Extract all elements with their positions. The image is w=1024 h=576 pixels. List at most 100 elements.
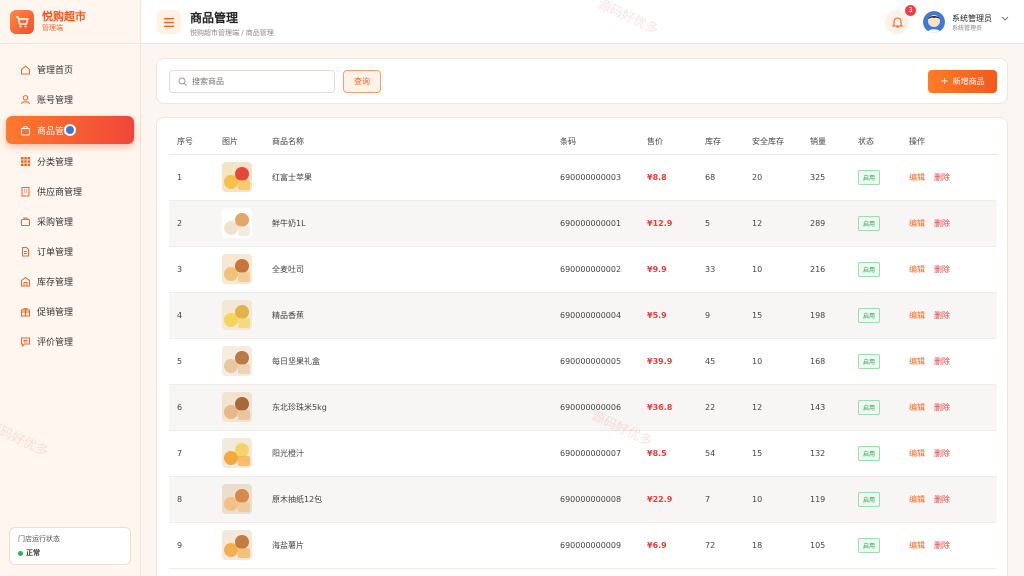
product-table-card: 序号 图片 商品名称 条码 售价 库存 安全库存 销量 状态 操作 1 红富士苹果 690000000… xyxy=(156,117,1008,576)
sidebar-item-label: 库存管理 xyxy=(37,277,74,288)
column-header: 销量 xyxy=(802,130,850,155)
table-row: 2 鲜牛奶1L 690000000001 ¥12.9 5 12 289 启用 编辑 删除 xyxy=(169,200,997,247)
sidebar-item-categories[interactable]: 分类管理 xyxy=(6,148,134,174)
product-sales: 198 xyxy=(802,292,850,339)
status-badge: 启用 xyxy=(858,169,881,185)
product-barcode: 690000000004 xyxy=(552,292,639,339)
product-thumbnail[interactable] xyxy=(222,162,252,192)
delete-button[interactable]: 删除 xyxy=(934,403,950,412)
product-stock: 5 xyxy=(697,200,744,247)
sidebar-item-products[interactable]: 商品管理 xyxy=(6,116,134,144)
cursor-indicator xyxy=(64,124,76,136)
product-sales: 289 xyxy=(802,200,850,247)
search-input[interactable] xyxy=(192,77,332,86)
status-badge: 启用 xyxy=(858,215,881,231)
row-number: 2 xyxy=(169,200,214,247)
sidebar-item-suppliers[interactable]: 供应商管理 xyxy=(6,178,134,204)
delete-button[interactable]: 删除 xyxy=(934,311,950,320)
product-image-cell xyxy=(214,384,264,431)
product-safe-stock: 12 xyxy=(744,384,802,431)
edit-button[interactable]: 编辑 xyxy=(909,357,925,366)
delete-button[interactable]: 删除 xyxy=(934,495,950,504)
edit-button[interactable]: 编辑 xyxy=(909,541,925,550)
document-icon xyxy=(20,246,31,257)
row-number: 9 xyxy=(169,522,214,569)
product-stock: 68 xyxy=(697,154,744,201)
product-price: ¥39.9 xyxy=(639,338,697,385)
sidebar-item-purchase[interactable]: 采购管理 xyxy=(6,208,134,234)
chevron-down-icon[interactable] xyxy=(1001,16,1009,22)
column-header: 状态 xyxy=(850,130,901,155)
product-price: ¥9.9 xyxy=(639,246,697,293)
product-thumbnail[interactable] xyxy=(222,208,252,238)
delete-button[interactable]: 删除 xyxy=(934,449,950,458)
brand-subtitle: 管理端 xyxy=(42,24,63,32)
avatar[interactable] xyxy=(923,11,945,33)
product-thumbnail[interactable] xyxy=(222,300,252,330)
delete-button[interactable]: 删除 xyxy=(934,357,950,366)
sidebar-item-accounts[interactable]: 账号管理 xyxy=(6,86,134,112)
product-price: ¥36.8 xyxy=(639,384,697,431)
product-thumbnail[interactable] xyxy=(222,346,252,376)
product-name: 东北珍珠米5kg xyxy=(264,384,552,431)
status-cell: 启用 xyxy=(850,338,901,385)
sidebar-item-home[interactable]: 管理首页 xyxy=(6,56,134,82)
sidebar-item-orders[interactable]: 订单管理 xyxy=(6,238,134,264)
product-stock: 54 xyxy=(697,430,744,477)
table-row: 5 每日坚果礼盒 690000000005 ¥39.9 45 10 168 启用 编辑 删除 xyxy=(169,338,997,385)
sidebar-item-inventory[interactable]: 库存管理 xyxy=(6,268,134,294)
actions-cell: 编辑 删除 xyxy=(901,384,997,431)
product-name: 红富士苹果 xyxy=(264,154,552,201)
store-status-value: 正常 xyxy=(18,548,122,558)
menu-toggle-button[interactable] xyxy=(157,10,181,34)
product-sales: 132 xyxy=(802,430,850,477)
sidebar-item-promotions[interactable]: 促销管理 xyxy=(6,298,134,324)
sidebar-item-label: 分类管理 xyxy=(37,157,74,168)
edit-button[interactable]: 编辑 xyxy=(909,311,925,320)
table-row: 8 原木抽纸12包 690000000008 ¥22.9 7 10 119 启用 编辑 删除 xyxy=(169,476,997,523)
product-thumbnail[interactable] xyxy=(222,254,252,284)
delete-button[interactable]: 删除 xyxy=(934,173,950,182)
product-sales: 168 xyxy=(802,338,850,385)
column-header: 售价 xyxy=(639,130,697,155)
delete-button[interactable]: 删除 xyxy=(934,219,950,228)
user-role: 系统管理员 xyxy=(952,25,983,32)
delete-button[interactable]: 删除 xyxy=(934,541,950,550)
edit-button[interactable]: 编辑 xyxy=(909,403,925,412)
search-box[interactable] xyxy=(169,70,335,93)
top-header: 商品管理 悦购超市管理端 / 商品管理 3 系统管理员 系统管理员 xyxy=(141,0,1024,44)
sidebar-item-reviews[interactable]: 评价管理 xyxy=(6,328,134,354)
product-thumbnail[interactable] xyxy=(222,438,252,468)
table-row: 1 红富士苹果 690000000003 ¥8.8 68 20 325 启用 编辑 删除 xyxy=(169,154,997,201)
delete-button[interactable]: 删除 xyxy=(934,265,950,274)
actions-cell: 编辑 删除 xyxy=(901,200,997,247)
add-product-button[interactable]: + 新增商品 xyxy=(928,70,997,93)
product-safe-stock: 15 xyxy=(744,292,802,339)
status-cell: 启用 xyxy=(850,384,901,431)
product-barcode: 690000000002 xyxy=(552,246,639,293)
home-icon xyxy=(20,64,31,75)
product-safe-stock: 10 xyxy=(744,476,802,523)
column-header: 条码 xyxy=(552,130,639,155)
edit-button[interactable]: 编辑 xyxy=(909,219,925,228)
row-number: 8 xyxy=(169,476,214,523)
building-icon xyxy=(20,186,31,197)
actions-cell: 编辑 删除 xyxy=(901,522,997,569)
edit-button[interactable]: 编辑 xyxy=(909,449,925,458)
product-price: ¥12.9 xyxy=(639,200,697,247)
product-thumbnail[interactable] xyxy=(222,530,252,560)
status-badge: 启用 xyxy=(858,537,881,553)
product-safe-stock: 20 xyxy=(744,154,802,201)
row-number: 4 xyxy=(169,292,214,339)
edit-button[interactable]: 编辑 xyxy=(909,495,925,504)
chat-icon xyxy=(20,336,31,347)
actions-cell: 编辑 删除 xyxy=(901,476,997,523)
product-thumbnail[interactable] xyxy=(222,392,252,422)
column-header: 图片 xyxy=(214,130,264,155)
status-badge: 启用 xyxy=(858,445,881,461)
edit-button[interactable]: 编辑 xyxy=(909,173,925,182)
actions-cell: 编辑 删除 xyxy=(901,154,997,201)
product-thumbnail[interactable] xyxy=(222,484,252,514)
edit-button[interactable]: 编辑 xyxy=(909,265,925,274)
query-button[interactable]: 查询 xyxy=(343,70,381,93)
